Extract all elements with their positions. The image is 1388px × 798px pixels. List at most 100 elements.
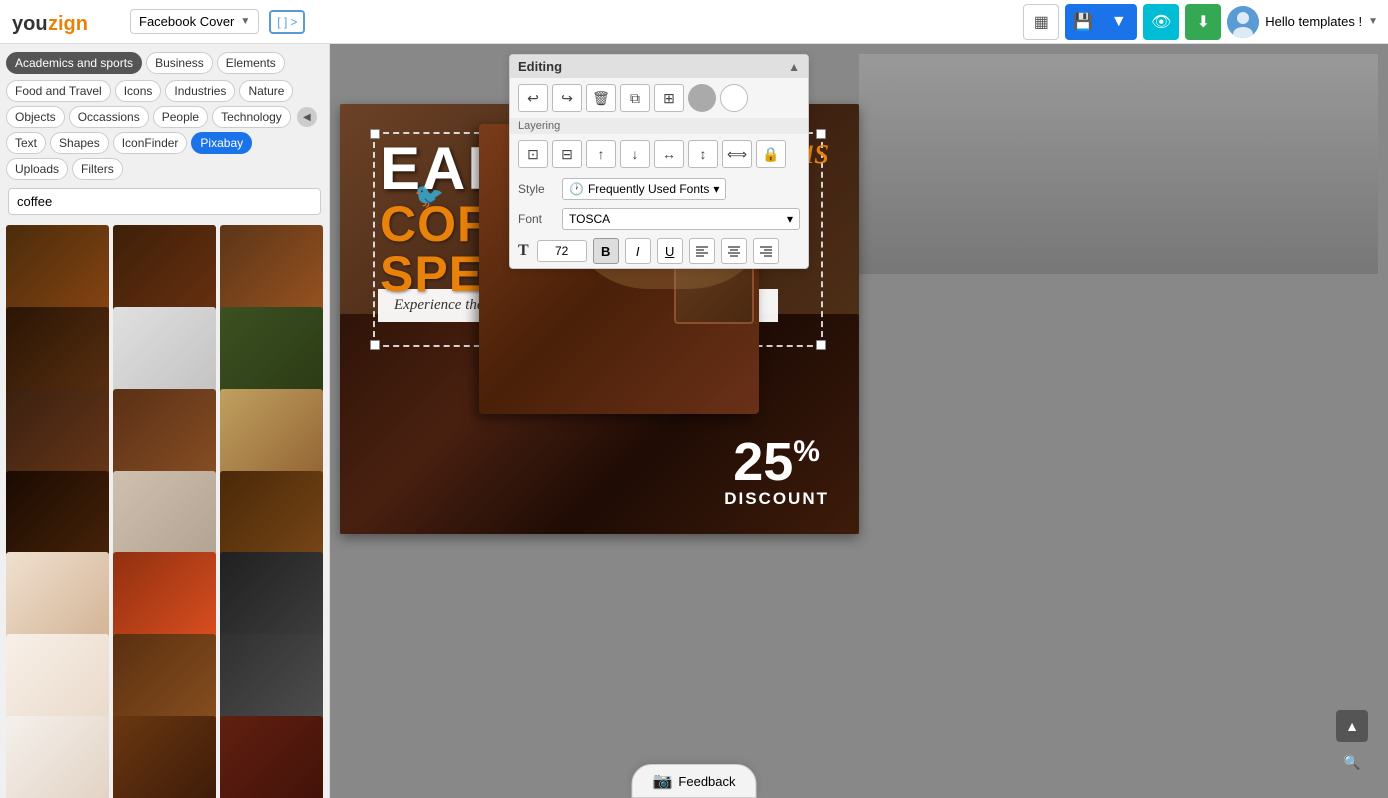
- h-flip-icon: ↔: [662, 146, 676, 162]
- search-input[interactable]: coffee: [8, 188, 321, 215]
- template-name: Facebook Cover: [139, 14, 234, 29]
- gray-circle-button[interactable]: [688, 84, 716, 112]
- panel-header: Editing ▲: [510, 55, 808, 78]
- user-dropdown-arrow: ▼: [1368, 16, 1378, 27]
- template-dropdown-arrow: ▼: [240, 16, 250, 27]
- center-icon: ⟺: [727, 146, 747, 163]
- tag-objects[interactable]: Objects: [6, 106, 65, 128]
- canvas-extra-area: [859, 54, 1378, 274]
- editing-toolbar: ↩ ↪ 🗑 ⧉ ⊞: [510, 78, 808, 118]
- redo-button[interactable]: ↪: [552, 84, 582, 112]
- scroll-up-button[interactable]: ▲: [1336, 710, 1368, 742]
- layer-backward-icon: ↓: [632, 146, 639, 162]
- category-tags-row4: Text Shapes IconFinder Pixabay: [0, 130, 329, 156]
- scroll-down-button[interactable]: 🔍: [1336, 746, 1368, 778]
- canvas-size-arrow: >: [290, 15, 297, 29]
- bold-button[interactable]: B: [593, 238, 619, 264]
- v-flip-icon: ↕: [700, 146, 707, 162]
- category-tags-row1: Academics and sports Business Elements: [0, 44, 329, 78]
- tag-text[interactable]: Text: [6, 132, 46, 154]
- list-item[interactable]: [6, 716, 109, 798]
- toggle-panels-button[interactable]: ▦: [1023, 4, 1059, 40]
- user-area[interactable]: Hello templates ! ▼: [1227, 6, 1378, 38]
- tag-filters[interactable]: Filters: [72, 158, 123, 180]
- layer-h-flip-button[interactable]: ↔: [654, 140, 684, 168]
- template-selector[interactable]: Facebook Cover ▼: [130, 9, 259, 34]
- font-row: Font TOSCA ▾: [510, 204, 808, 234]
- layering-label: Layering: [510, 118, 808, 134]
- tag-nature[interactable]: Nature: [239, 80, 293, 102]
- tag-food[interactable]: Food and Travel: [6, 80, 111, 102]
- download-button[interactable]: ⬇: [1185, 4, 1221, 40]
- svg-text:zign: zign: [48, 13, 88, 35]
- user-avatar: [1227, 6, 1259, 38]
- save-dropdown-arrow-icon: ▼: [1111, 13, 1127, 31]
- undo-button[interactable]: ↩: [518, 84, 548, 112]
- layer-front-button[interactable]: ⊡: [518, 140, 548, 168]
- preview-button[interactable]: 👁: [1143, 4, 1179, 40]
- feedback-button[interactable]: 📷 Feedback: [631, 764, 756, 798]
- text-size-icon: T: [518, 242, 529, 260]
- underline-button[interactable]: U: [657, 238, 683, 264]
- delete-button[interactable]: 🗑: [586, 84, 616, 112]
- user-greeting: Hello templates !: [1265, 14, 1362, 29]
- copy-button[interactable]: ⧉: [620, 84, 650, 112]
- align-right-button[interactable]: [753, 238, 779, 264]
- font-size-input[interactable]: 72: [537, 240, 587, 262]
- layer-v-flip-button[interactable]: ↕: [688, 140, 718, 168]
- align-center-button[interactable]: [721, 238, 747, 264]
- list-item[interactable]: [113, 716, 216, 798]
- save-button[interactable]: 💾: [1065, 4, 1101, 40]
- trash-icon: 🗑: [592, 90, 610, 107]
- list-item[interactable]: [220, 716, 323, 798]
- italic-button[interactable]: I: [625, 238, 651, 264]
- font-name-dropdown[interactable]: TOSCA ▾: [562, 208, 800, 230]
- main-area: Academics and sports Business Elements F…: [0, 44, 1388, 798]
- tag-elements[interactable]: Elements: [217, 52, 285, 74]
- grid-button[interactable]: ⊞: [654, 84, 684, 112]
- undo-icon: ↩: [527, 90, 539, 107]
- layer-lock-button[interactable]: 🔒: [756, 140, 786, 168]
- canvas-size-icon: [ ]: [277, 15, 287, 29]
- tag-business[interactable]: Business: [146, 52, 213, 74]
- canvas-size-button[interactable]: [ ] >: [269, 10, 305, 34]
- font-format-row: T 72 B I U: [510, 234, 808, 268]
- camera-icon: 📷: [652, 771, 672, 791]
- logo[interactable]: you zign: [10, 8, 100, 36]
- sidebar-collapse-button[interactable]: ◀: [297, 107, 317, 127]
- font-dropdown-arrow: ▾: [787, 212, 793, 226]
- layer-forward-button[interactable]: ⊟: [552, 140, 582, 168]
- style-dropdown-arrow: ▾: [713, 182, 719, 196]
- frequently-used-fonts-dropdown[interactable]: 🕐 Frequently Used Fonts ▾: [562, 178, 726, 200]
- feedback-label: Feedback: [678, 774, 735, 789]
- tag-industries[interactable]: Industries: [165, 80, 235, 102]
- tag-people[interactable]: People: [153, 106, 208, 128]
- tag-academics[interactable]: Academics and sports: [6, 52, 142, 74]
- layer-back-button[interactable]: ↑: [586, 140, 616, 168]
- tag-occassions[interactable]: Occassions: [69, 106, 149, 128]
- tag-uploads[interactable]: Uploads: [6, 158, 68, 180]
- tag-technology[interactable]: Technology: [212, 106, 291, 128]
- tag-shapes[interactable]: Shapes: [50, 132, 109, 154]
- layer-center-button[interactable]: ⟺: [722, 140, 752, 168]
- tag-pixabay[interactable]: Pixabay: [191, 132, 252, 154]
- discount-number: 25: [733, 432, 793, 492]
- align-left-button[interactable]: [689, 238, 715, 264]
- save-dropdown-button[interactable]: ▼: [1101, 4, 1137, 40]
- panel-collapse-button[interactable]: ▲: [788, 60, 800, 74]
- copy-icon: ⧉: [630, 90, 640, 107]
- redo-icon: ↪: [561, 90, 573, 107]
- topbar: you zign Facebook Cover ▼ [ ] > ▦ 💾 ▼ 👁 …: [0, 0, 1388, 44]
- style-label-text: Style: [518, 182, 554, 196]
- layer-backward-button[interactable]: ↓: [620, 140, 650, 168]
- panel-title: Editing: [518, 59, 562, 74]
- selection-handle-tl: [370, 129, 380, 139]
- tag-iconfinder[interactable]: IconFinder: [113, 132, 188, 154]
- canvas-area: Editing ▲ ↩ ↪ 🗑 ⧉ ⊞: [330, 44, 1388, 798]
- preview-icon: 👁: [1151, 12, 1171, 32]
- tag-icons[interactable]: Icons: [115, 80, 162, 102]
- category-tags-row3: Objects Occassions People Technology ◀: [0, 104, 329, 130]
- layer-forward-icon: ⊟: [561, 146, 573, 163]
- category-tags-row2: Food and Travel Icons Industries Nature: [0, 78, 329, 104]
- white-circle-button[interactable]: [720, 84, 748, 112]
